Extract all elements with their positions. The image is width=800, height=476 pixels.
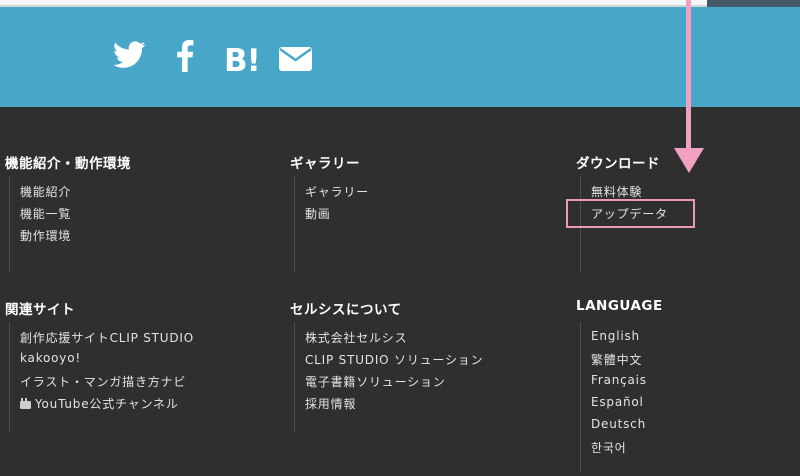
facebook-icon[interactable] [176,40,194,72]
section-list-about-celsys: 株式会社セルシス CLIP STUDIO ソリューション 電子書籍ソリューション… [294,322,565,432]
section-list-gallery: ギャラリー 動画 [294,176,535,272]
section-list-features: 機能紹介 機能一覧 動作環境 [9,176,250,272]
section-list-related-sites: 創作応援サイトCLIP STUDIO kakooyo! イラスト・マンガ描き方ナ… [9,322,280,432]
footer-link-free-trial[interactable]: 無料体験 [591,183,642,200]
footer-link-gallery[interactable]: ギャラリー [305,183,369,200]
top-strip [0,0,800,7]
annotation-arrow-head [674,148,704,173]
hatena-bookmark-icon[interactable]: B! [224,41,261,81]
mail-icon[interactable] [279,47,312,71]
section-title-features: 機能紹介・動作環境 [5,156,131,172]
footer-link-careers[interactable]: 採用情報 [305,395,356,412]
footer-link-celsys-inc[interactable]: 株式会社セルシス [305,329,407,346]
footer-link-drawing-navi[interactable]: イラスト・マンガ描き方ナビ [20,373,186,390]
language-option-german[interactable]: Deutsch [591,417,646,431]
language-option-traditional-chinese[interactable]: 繁體中文 [591,351,642,368]
top-strip-dark-block [707,0,800,7]
footer-link-features[interactable]: 機能紹介 [20,183,71,200]
section-title-related-sites: 関連サイト [5,302,75,318]
footer-link-clip-studio-solution[interactable]: CLIP STUDIO ソリューション [305,351,483,368]
twitter-icon[interactable] [113,41,146,69]
section-title-gallery: ギャラリー [290,156,360,172]
annotation-arrow-shaft [686,0,691,150]
language-option-spanish[interactable]: Español [591,395,644,409]
footer-link-youtube-label: YouTube公式チャンネル [35,397,179,411]
footer-link-feature-list[interactable]: 機能一覧 [20,205,71,222]
footer-link-videos[interactable]: 動画 [305,205,331,222]
footer-link-kakooyo[interactable]: kakooyo! [20,351,81,365]
footer-link-system-requirements[interactable]: 動作環境 [20,227,71,244]
section-title-language: LANGUAGE [576,298,663,314]
language-option-english[interactable]: English [591,329,640,343]
section-list-language: English 繁體中文 Français Español Deutsch 한국… [580,322,781,472]
youtube-icon [20,398,31,409]
social-bar: B! [0,7,800,107]
section-title-about-celsys: セルシスについて [290,302,402,318]
footer-link-youtube[interactable]: YouTube公式チャンネル [20,395,179,412]
section-title-download: ダウンロード [576,156,660,172]
footer-link-ebook-solution[interactable]: 電子書籍ソリューション [305,373,446,390]
footer-link-clip-studio[interactable]: 創作応援サイトCLIP STUDIO [20,329,194,346]
annotation-highlight-box [566,199,695,228]
language-option-korean[interactable]: 한국어 [591,439,627,456]
language-option-french[interactable]: Français [591,373,647,387]
